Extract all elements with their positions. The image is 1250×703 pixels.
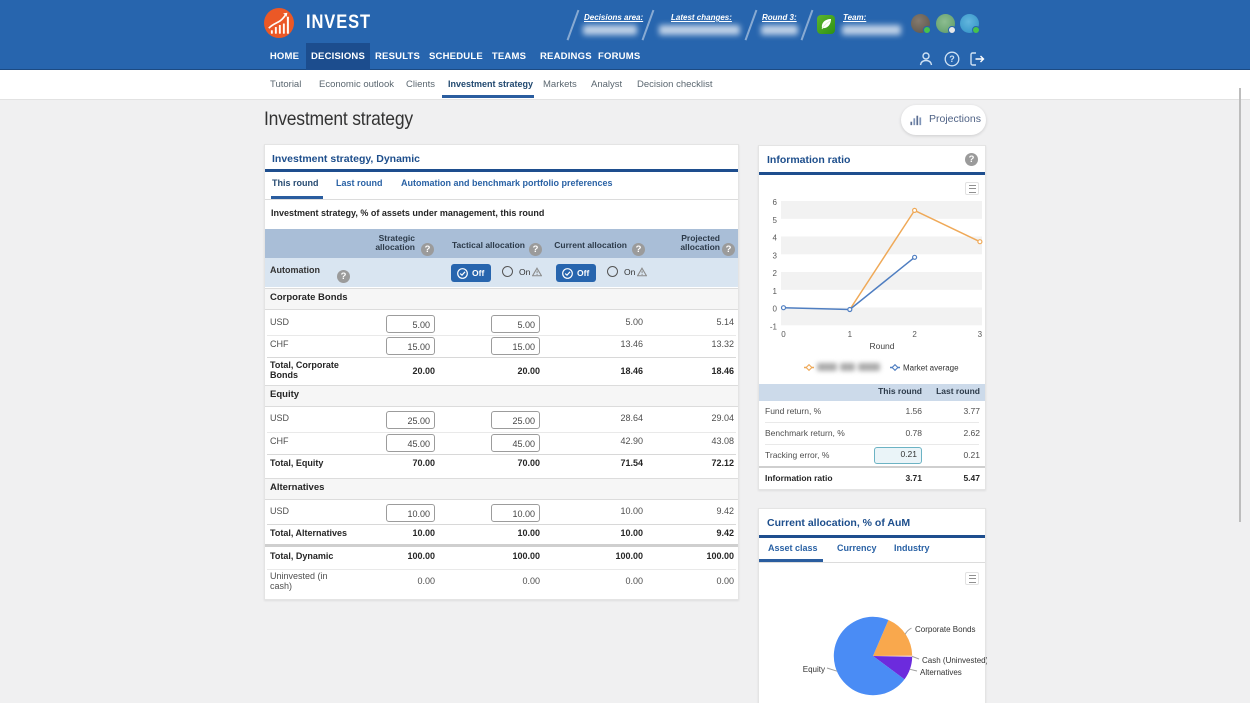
svg-text:3: 3 xyxy=(978,330,983,339)
svg-text:Market average: Market average xyxy=(903,364,959,373)
svg-text:Round: Round xyxy=(869,341,894,351)
svg-text:0: 0 xyxy=(781,330,786,339)
svg-text:6: 6 xyxy=(773,198,778,207)
svg-text:2: 2 xyxy=(912,330,917,339)
svg-text:-1: -1 xyxy=(770,322,778,331)
svg-text:4: 4 xyxy=(773,234,778,243)
svg-text:1: 1 xyxy=(773,287,778,296)
svg-text:Equity: Equity xyxy=(803,665,825,674)
svg-text:Alternatives: Alternatives xyxy=(920,668,962,677)
svg-text:Cash (Uninvested): Cash (Uninvested) xyxy=(922,656,987,665)
svg-text:2: 2 xyxy=(773,269,778,278)
svg-text:1: 1 xyxy=(848,330,853,339)
svg-text:0: 0 xyxy=(773,305,778,314)
svg-text:?: ? xyxy=(949,54,955,64)
svg-text:3: 3 xyxy=(773,251,778,260)
svg-text:5: 5 xyxy=(773,216,778,225)
svg-text:Corporate Bonds: Corporate Bonds xyxy=(915,625,975,634)
